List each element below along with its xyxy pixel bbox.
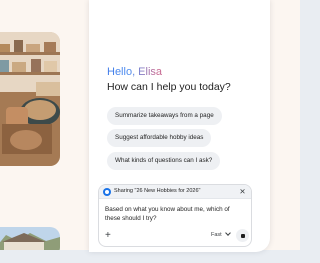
close-icon[interactable]: ✕ — [238, 187, 247, 196]
assistant-side-panel: Hello, Elisa How can I help you today? S… — [89, 0, 270, 252]
suggestion-chip-summarize[interactable]: Summarize takeaways from a page — [107, 107, 222, 125]
house-photo-image — [0, 227, 60, 250]
craft-photo-image — [0, 32, 60, 166]
stop-icon — [240, 233, 245, 238]
house-photo[interactable] — [0, 227, 60, 250]
mode-dropdown[interactable]: Fast — [211, 230, 231, 238]
sharing-context-bar: Sharing "26 New Hobbies for 2026" ✕ — [99, 185, 251, 199]
share-page-icon — [103, 187, 111, 196]
suggestion-chip-questions[interactable]: What kinds of questions can I ask? — [107, 152, 221, 170]
greeting-heading: Hello, Elisa — [107, 66, 163, 78]
suggestion-chips: Summarize takeaways from a page Suggest … — [107, 107, 222, 175]
mode-label: Fast — [211, 232, 222, 238]
hobby-craft-photo[interactable] — [0, 32, 60, 166]
chevron-down-icon — [224, 230, 231, 236]
prompt-input[interactable]: Based on what you know about me, which o… — [105, 205, 245, 223]
suggestion-chip-hobby-ideas[interactable]: Suggest affordable hobby ideas — [107, 129, 212, 147]
stop-button[interactable] — [236, 229, 249, 242]
add-icon[interactable]: + — [105, 231, 114, 241]
prompt-composer: Sharing "26 New Hobbies for 2026" ✕ Base… — [98, 184, 252, 247]
help-subheading: How can I help you today? — [107, 81, 231, 93]
sharing-label: Sharing "26 New Hobbies for 2026" — [114, 188, 201, 194]
